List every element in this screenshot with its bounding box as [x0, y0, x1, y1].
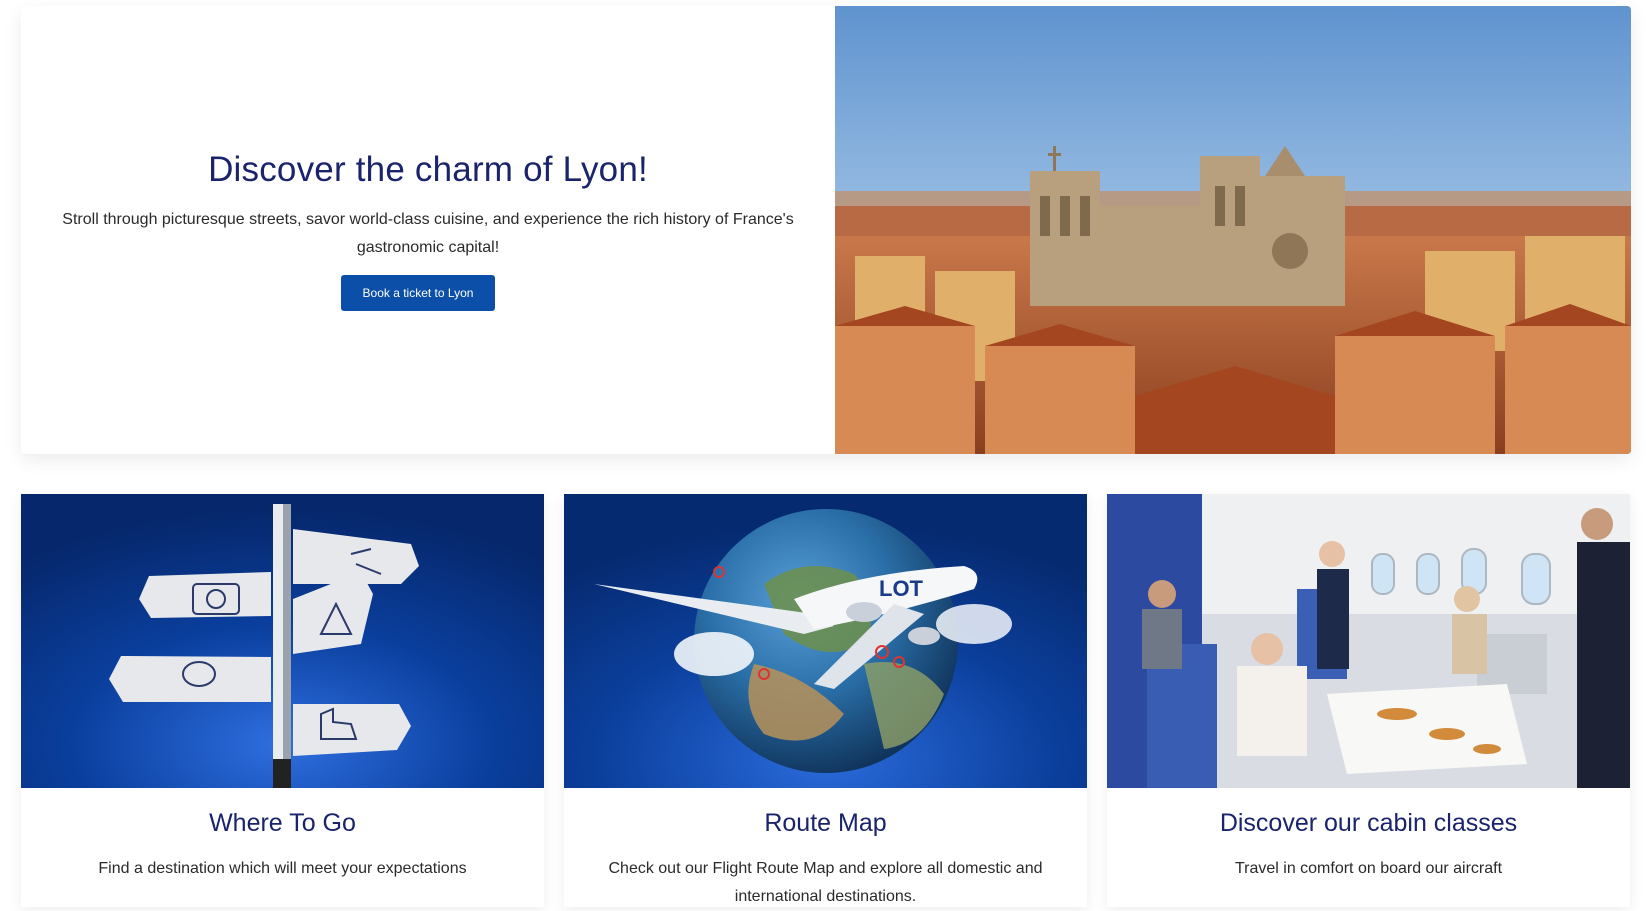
lyon-cityscape-image — [835, 6, 1631, 454]
card-description: Travel in comfort on board our aircraft — [1234, 860, 1503, 877]
card-description: Find a destination which will meet your … — [98, 860, 467, 877]
cabin-interior-image — [1107, 494, 1630, 788]
card-description: Check out our Flight Route Map and explo… — [608, 860, 1043, 905]
hero-description: Stroll through picturesque streets, savo… — [62, 211, 794, 256]
where-to-go-card[interactable]: Where To Go Find a destination which wil… — [21, 494, 544, 907]
hero-text-block: Discover the charm of Lyon! Stroll throu… — [21, 6, 835, 454]
card-title: Where To Go — [209, 809, 356, 837]
hero-banner: Discover the charm of Lyon! Stroll throu… — [21, 6, 1631, 454]
globe-airplane-image: LOT — [564, 494, 1087, 788]
book-ticket-button[interactable]: Book a ticket to Lyon — [341, 275, 495, 311]
plane-logo-text: LOT — [879, 576, 924, 601]
card-title: Route Map — [764, 809, 887, 837]
card-title: Discover our cabin classes — [1219, 809, 1518, 837]
route-map-card[interactable]: LOT Route Map Check out our Flight Route… — [564, 494, 1087, 907]
signpost-image — [21, 494, 544, 788]
hero-title: Discover the charm of Lyon! — [208, 150, 648, 189]
cabin-classes-card[interactable]: Discover our cabin classes Travel in com… — [1107, 494, 1630, 907]
